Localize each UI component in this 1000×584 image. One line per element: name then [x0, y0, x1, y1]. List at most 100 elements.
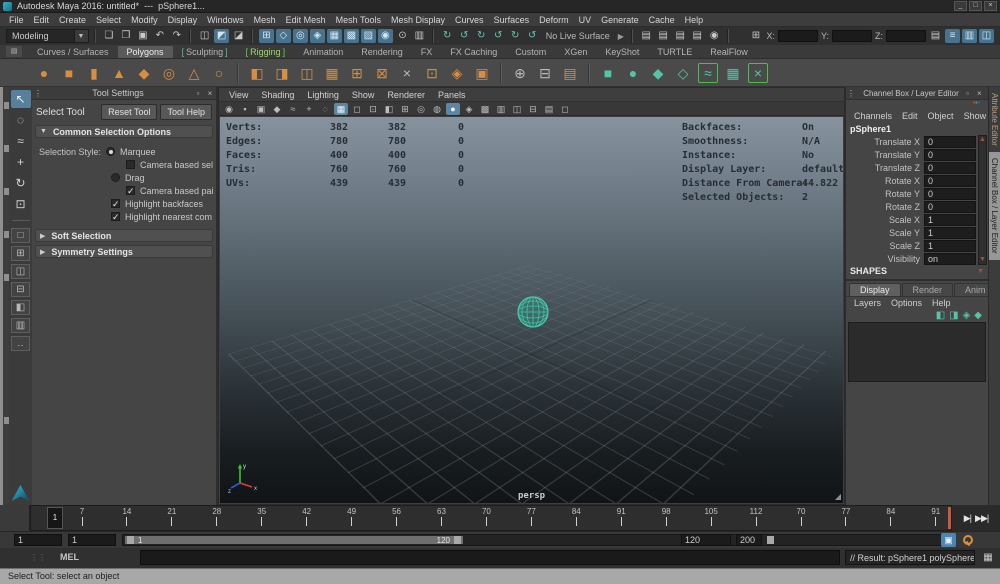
- channel-value-field[interactable]: 0: [924, 161, 976, 174]
- channel-scrollbar[interactable]: ▲ ▼: [978, 135, 987, 265]
- reset-tool-button[interactable]: Reset Tool: [101, 104, 158, 120]
- time-slider-track[interactable]: 7 14 21 28 35 42 49 56 63 70 77 84 91 98…: [30, 505, 952, 531]
- pin-icon[interactable]: ▫: [966, 89, 977, 98]
- layer-list[interactable]: [848, 322, 986, 382]
- section-soft-selection[interactable]: ▶ Soft Selection: [35, 229, 213, 242]
- resolution-gate-icon[interactable]: ⊡: [366, 103, 380, 115]
- grid-toggle-icon[interactable]: ▦: [334, 102, 348, 115]
- menu-item[interactable]: Curves: [450, 15, 489, 25]
- step-forward-button[interactable]: ▶|: [964, 513, 972, 524]
- panel-grip-icon[interactable]: ⋮: [846, 89, 856, 98]
- move-layer-down-icon[interactable]: ◨: [949, 310, 958, 321]
- combine-icon[interactable]: ◧: [247, 63, 267, 83]
- shelf-tab[interactable]: Custom: [506, 46, 555, 58]
- boolean-icon[interactable]: ⊠: [372, 63, 392, 83]
- menu-item[interactable]: Cache: [644, 15, 680, 25]
- menu-item[interactable]: Mesh Display: [386, 15, 450, 25]
- channel-value-field[interactable]: 1: [924, 239, 976, 252]
- range-track[interactable]: 1 120: [122, 534, 945, 546]
- menu-item[interactable]: UV: [574, 15, 597, 25]
- shelf-tab[interactable]: Curves / Surfaces: [28, 46, 118, 58]
- scroll-down-icon[interactable]: ▼: [979, 256, 986, 264]
- auto-keyframe-icon[interactable]: [959, 533, 974, 547]
- image-plane-icon[interactable]: ≈: [286, 103, 300, 115]
- snap-point-icon[interactable]: ◎: [292, 29, 308, 43]
- shelf-tab[interactable]: TURTLE: [648, 46, 701, 58]
- paint-select-tool[interactable]: ≈: [11, 132, 31, 150]
- xray-icon[interactable]: ◻: [558, 103, 572, 115]
- render-view-icon[interactable]: ◉: [707, 29, 722, 43]
- shelf-tab[interactable]: Rigging: [237, 46, 295, 58]
- screen-space-ao-icon[interactable]: ◫: [510, 103, 524, 115]
- select-tool[interactable]: ↖: [10, 90, 31, 108]
- render-current-frame-icon[interactable]: ▤: [639, 29, 654, 43]
- history-toggle-4-icon[interactable]: ↺: [525, 29, 540, 43]
- psphere-wireframe[interactable]: [515, 294, 551, 330]
- menu-set-dropdown[interactable]: Modeling ▼: [6, 29, 89, 43]
- tool-settings-toggle-icon[interactable]: ▥: [962, 29, 978, 43]
- menu-item[interactable]: Edit Mesh: [281, 15, 331, 25]
- menu-item[interactable]: File: [4, 15, 29, 25]
- lasso-tool[interactable]: ◌: [11, 111, 31, 129]
- quick-layout-icon[interactable]: ▤: [928, 29, 943, 43]
- channel-value-field[interactable]: 0: [924, 148, 976, 161]
- channel-value-field[interactable]: 0: [924, 174, 976, 187]
- x-field[interactable]: [778, 30, 819, 42]
- menu-item[interactable]: Deform: [534, 15, 574, 25]
- extrude-icon[interactable]: ⊡: [422, 63, 442, 83]
- layer-editor-menu-item[interactable]: Help: [927, 298, 956, 308]
- stamp-brush-icon[interactable]: ▦: [723, 63, 743, 83]
- scale-tool[interactable]: ⊡: [11, 195, 31, 213]
- mirror-icon[interactable]: ◫: [297, 63, 317, 83]
- wireframe-icon[interactable]: ◍: [430, 103, 444, 115]
- mel-input[interactable]: [140, 550, 840, 565]
- shapes-section[interactable]: SHAPES ▼: [846, 265, 988, 277]
- menu-item[interactable]: Display: [163, 15, 203, 25]
- highlight-backfaces-checkbox[interactable]: [111, 199, 120, 208]
- camera-attributes-icon[interactable]: ▣: [254, 103, 268, 115]
- channel-value-field[interactable]: 0: [924, 200, 976, 213]
- 2d-pan-zoom-icon[interactable]: +: [302, 103, 316, 115]
- range-start-handle[interactable]: [127, 536, 134, 544]
- menu-item[interactable]: Generate: [596, 15, 644, 25]
- snap-curve-icon[interactable]: ◇: [275, 29, 291, 43]
- undo-icon[interactable]: ↶: [152, 29, 167, 43]
- shelf-tab[interactable]: Polygons: [117, 46, 173, 58]
- drag-radio[interactable]: [111, 173, 120, 182]
- layer-editor-menu-item[interactable]: Layers: [849, 298, 886, 308]
- film-gate-icon[interactable]: ◻: [350, 103, 364, 115]
- playback-start-field[interactable]: 1: [68, 534, 116, 546]
- panel-menu-item[interactable]: Panels: [432, 90, 472, 100]
- safe-action-icon[interactable]: ◎: [414, 103, 428, 115]
- menu-item[interactable]: Modify: [126, 15, 163, 25]
- mel-label[interactable]: MEL: [60, 552, 79, 562]
- menu-item[interactable]: Create: [54, 15, 91, 25]
- minimize-button[interactable]: _: [954, 1, 967, 11]
- shelf-tab[interactable]: FX Caching: [441, 46, 506, 58]
- panel-menu-item[interactable]: View: [223, 90, 254, 100]
- snap-grid-icon[interactable]: ⊞: [258, 29, 274, 43]
- erase-brush-icon[interactable]: ×: [748, 62, 768, 83]
- section-symmetry-settings[interactable]: ▶ Symmetry Settings: [35, 245, 213, 258]
- layer-editor-tab[interactable]: Display: [849, 283, 901, 296]
- channel-value-field[interactable]: on: [924, 252, 976, 265]
- snap-magnet-icon[interactable]: ◉: [377, 29, 393, 43]
- history-toggle-3-icon[interactable]: ↻: [508, 29, 523, 43]
- layout-two-side[interactable]: ◫: [11, 264, 30, 279]
- layer-editor-tab[interactable]: Render: [901, 283, 954, 296]
- maximize-button[interactable]: □: [969, 1, 982, 11]
- shadows-icon[interactable]: ▥: [494, 103, 508, 115]
- camera-based-sel-checkbox[interactable]: [126, 160, 135, 169]
- construction-history-off-icon[interactable]: ↺: [457, 29, 472, 43]
- move-tool[interactable]: +: [11, 153, 31, 171]
- shelf-menu-icon[interactable]: ▤: [6, 46, 22, 57]
- bookmark-icon[interactable]: ◆: [270, 103, 284, 115]
- snap-projected-center-icon[interactable]: ◈: [309, 29, 325, 43]
- sidebar-vertical-tab[interactable]: Attribute Editor: [989, 87, 1000, 152]
- channel-value-field[interactable]: 0: [924, 187, 976, 200]
- poly-torus-icon[interactable]: ◎: [159, 63, 179, 83]
- lock-selection-icon[interactable]: ⊙: [395, 29, 410, 43]
- character-set-icon[interactable]: ▣: [941, 533, 956, 547]
- y-field[interactable]: [832, 30, 873, 42]
- channel-box-menu-item[interactable]: Object: [923, 111, 959, 121]
